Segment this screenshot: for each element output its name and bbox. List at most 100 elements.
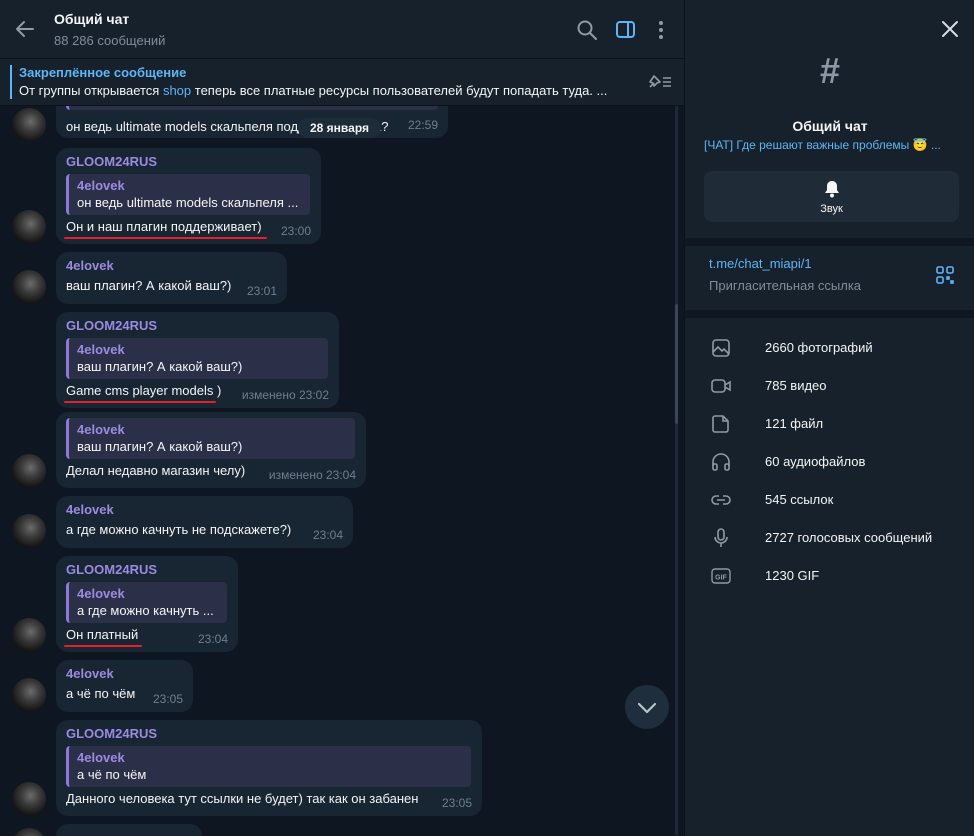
info-chat-description: [ЧАТ] Где решают важные проблемы 😇 ... xyxy=(704,138,941,152)
message-bubble[interactable]: GLOOM24RUS 4elovek он ведь ultimate mode… xyxy=(56,148,321,244)
svg-text:GIF: GIF xyxy=(715,575,727,582)
reply-text: ваш плагин? А какой ваш?) xyxy=(77,359,243,374)
invite-link[interactable]: t.me/chat_miapi/1 xyxy=(709,256,812,271)
scrollbar-thumb[interactable] xyxy=(675,304,678,424)
avatar[interactable] xyxy=(12,108,46,142)
reply-text: он ведь ultimate models скальпеля ... xyxy=(77,195,299,210)
message-time: 23:00 xyxy=(280,224,311,238)
media-row-voice[interactable]: 2727 голосовых сообщений xyxy=(685,519,974,557)
reply-quote[interactable]: 4elovek а где можно качнуть ... xyxy=(66,582,227,623)
sender-name[interactable]: GLOOM24RUS xyxy=(66,154,311,170)
avatar[interactable] xyxy=(12,514,46,548)
media-row-gifs[interactable]: GIF 1230 GIF xyxy=(685,557,974,595)
message-time: изменено 23:02 xyxy=(241,388,329,402)
reply-name: 4elovek xyxy=(77,178,125,193)
chat-panel: Общий чат 88 286 сообщений Закреплённое … xyxy=(0,0,684,836)
message-bubble[interactable]: GLOOM24RUS 4elovek а чё по чём Данного ч… xyxy=(56,720,482,816)
sender-name[interactable]: GLOOM24RUS xyxy=(66,318,329,334)
scroll-down-button[interactable] xyxy=(625,685,669,729)
pinned-indicator xyxy=(10,65,12,99)
chat-title[interactable]: Общий чат xyxy=(54,11,129,27)
close-icon[interactable] xyxy=(941,20,959,38)
sound-button[interactable]: Звук xyxy=(704,171,959,222)
reply-name: 4elovek xyxy=(77,342,125,357)
red-underline xyxy=(64,237,267,239)
message-time: 22:59 xyxy=(407,118,438,132)
sound-label: Звук xyxy=(820,203,843,215)
message-time: 23:04 xyxy=(197,632,228,646)
message-list[interactable]: он ведь ultimate models скальпеля поддер… xyxy=(0,106,684,836)
media-row-audio[interactable]: 60 аудиофайлов xyxy=(685,443,974,481)
bell-icon xyxy=(822,179,842,199)
link-icon xyxy=(711,490,731,510)
chat-info-panel: # Общий чат [ЧАТ] Где решают важные проб… xyxy=(684,0,974,836)
media-label: 1230 GIF xyxy=(765,568,820,583)
message-text: он ведь ultimate models скальпеля поддер… xyxy=(66,119,389,134)
message-time: изменено 23:04 xyxy=(268,468,356,482)
message-time: 23:05 xyxy=(441,796,472,810)
media-label: 60 аудиофайлов xyxy=(765,454,866,469)
reply-quote[interactable]: 4elovek ваш плагин? А какой ваш?) xyxy=(66,338,328,379)
pinned-title: Закреплённое сообщение xyxy=(19,65,187,80)
sender-name[interactable]: 4elovek xyxy=(66,502,343,518)
reply-text: а где можно качнуть ... xyxy=(77,603,214,618)
message-text: Он и наш плагин поддерживает) xyxy=(66,219,262,234)
media-row-videos[interactable]: 785 видео xyxy=(685,367,974,405)
chat-header: Общий чат 88 286 сообщений xyxy=(0,0,684,59)
reply-name: 4elovek xyxy=(77,586,125,601)
pinned-list-icon[interactable] xyxy=(646,72,672,92)
photo-icon xyxy=(711,338,731,358)
back-arrow-icon[interactable] xyxy=(14,18,38,42)
file-icon xyxy=(711,414,731,434)
avatar[interactable] xyxy=(12,210,46,244)
message-bubble[interactable]: GLOOM24RUS 4elovek ваш плагин? А какой в… xyxy=(56,312,339,408)
message-text: ваш плагин? А какой ваш?) xyxy=(66,278,232,293)
sender-name[interactable]: 4elovek xyxy=(66,666,183,682)
reply-name: 4elovek xyxy=(77,750,125,765)
message-time: 23:04 xyxy=(312,528,343,542)
qr-code-icon[interactable] xyxy=(936,266,954,284)
sender-name[interactable]: GLOOM24RUS xyxy=(66,562,228,578)
message-bubble[interactable]: он ведь ultimate models скальпеля поддер… xyxy=(56,106,448,138)
message-bubble[interactable]: 4elovek ваш плагин? А какой ваш?) 23:01 xyxy=(56,252,287,304)
pinned-message-bar[interactable]: Закреплённое сообщение От группы открыва… xyxy=(0,59,684,106)
avatar[interactable] xyxy=(12,678,46,712)
red-underline xyxy=(64,645,142,647)
sidebar-toggle-icon[interactable] xyxy=(615,19,637,41)
more-options-icon[interactable] xyxy=(650,19,672,41)
message-bubble[interactable]: 4elovek ваш плагин? А какой ваш?) Делал … xyxy=(56,412,366,488)
message-bubble[interactable]: 4elovek а где можно качнуть не подскажет… xyxy=(56,496,353,548)
reply-text: а чё по чём xyxy=(77,767,147,782)
gif-icon: GIF xyxy=(711,566,731,586)
media-label: 121 файл xyxy=(765,416,824,431)
sender-name[interactable]: GLOOM24RUS xyxy=(66,726,472,742)
scrollbar[interactable] xyxy=(675,106,678,836)
chat-subtitle: 88 286 сообщений xyxy=(54,33,166,48)
section-divider xyxy=(685,238,974,246)
media-row-links[interactable]: 545 ссылок xyxy=(685,481,974,519)
message-bubble[interactable]: GLOOM24RUS 4elovek а где можно качнуть .… xyxy=(56,556,238,652)
message-bubble[interactable] xyxy=(56,824,202,836)
section-divider xyxy=(685,310,974,318)
microphone-icon xyxy=(711,528,731,548)
message-text: а где можно качнуть не подскажете?) xyxy=(66,522,292,537)
avatar[interactable] xyxy=(12,270,46,304)
invite-link-label: Пригласительная ссылка xyxy=(709,278,862,293)
sender-name[interactable]: 4elovek xyxy=(66,258,277,274)
avatar[interactable] xyxy=(12,782,46,816)
media-row-photos[interactable]: 2660 фотографий xyxy=(685,329,974,367)
media-label: 785 видео xyxy=(765,378,827,393)
reply-quote[interactable]: 4elovek а чё по чём xyxy=(66,746,471,787)
avatar[interactable] xyxy=(12,618,46,652)
reply-name: 4elovek xyxy=(77,422,125,437)
message-bubble[interactable]: 4elovek а чё по чём 23:05 xyxy=(56,660,193,712)
red-underline xyxy=(64,401,216,403)
avatar[interactable] xyxy=(12,828,46,836)
pinned-shop-link[interactable]: shop xyxy=(163,83,191,98)
reply-quote[interactable] xyxy=(66,106,438,110)
avatar[interactable] xyxy=(12,454,46,488)
reply-quote[interactable]: 4elovek ваш плагин? А какой ваш?) xyxy=(66,418,355,459)
media-row-files[interactable]: 121 файл xyxy=(685,405,974,443)
reply-quote[interactable]: 4elovek он ведь ultimate models скальпел… xyxy=(66,174,310,215)
search-icon[interactable] xyxy=(576,19,598,41)
